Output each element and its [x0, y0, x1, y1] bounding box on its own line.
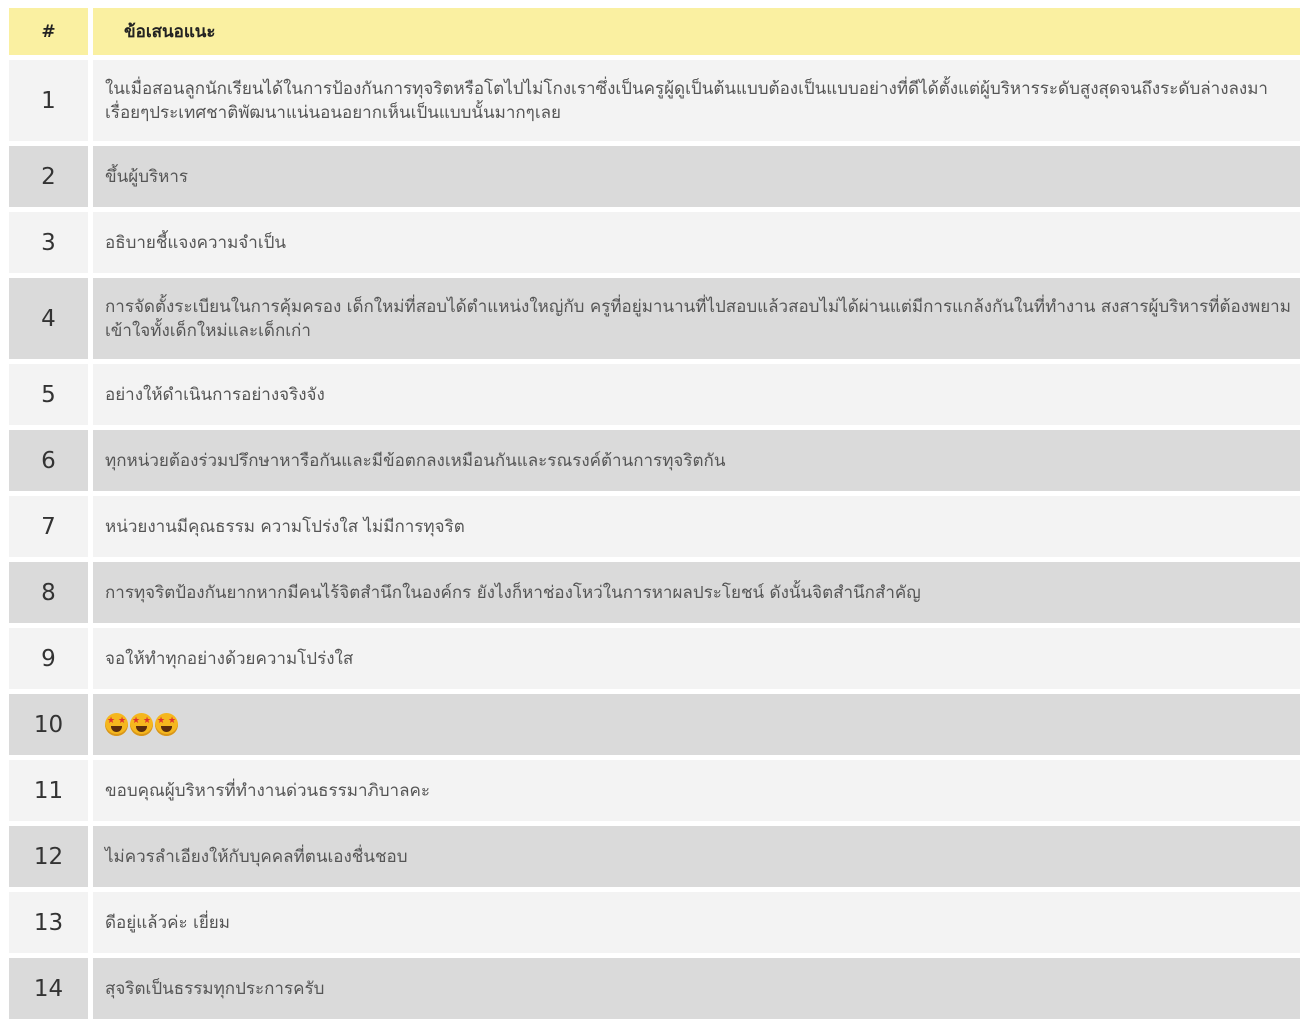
row-number: 11 [9, 760, 88, 821]
row-text: การทุจริตป้องกันยากหากมีคนไร้จิตสำนึกในอ… [93, 562, 1300, 623]
row-text: การจัดตั้งระเบียนในการคุ้มครอง เด็กใหม่ท… [93, 278, 1300, 359]
row-number: 14 [9, 958, 88, 1019]
row-text: สุจริตเป็นธรรมทุกประการครับ [93, 958, 1300, 1019]
row-number: 2 [9, 146, 88, 207]
star-struck-face-icon: ★ ★ [105, 713, 128, 736]
row-number: 6 [9, 430, 88, 491]
row-text: ขึ้นผู้บริหาร [93, 146, 1300, 207]
table-header: # ข้อเสนอแนะ [9, 8, 1300, 55]
row-text: ไม่ควรลำเอียงให้กับบุคคลที่ตนเองชื่นชอบ [93, 826, 1300, 887]
row-text: อย่างให้ดำเนินการอย่างจริงจัง [93, 364, 1300, 425]
row-text: อธิบายชี้แจงความจำเป็น [93, 212, 1300, 273]
table-row: 3 อธิบายชี้แจงความจำเป็น [9, 212, 1300, 273]
table-row: 11 ขอบคุณผู้บริหารที่ทำงานด่วนธรรมาภิบาล… [9, 760, 1300, 821]
star-struck-face-icon: ★ ★ [130, 713, 153, 736]
table-row: 13 ดีอยู่แล้วค่ะ เยี่ยม [9, 892, 1300, 953]
table-row: 14 สุจริตเป็นธรรมทุกประการครับ [9, 958, 1300, 1019]
table-row: 2 ขึ้นผู้บริหาร [9, 146, 1300, 207]
row-text: ทุกหน่วยต้องร่วมปรึกษาหารือกันและมีข้อตก… [93, 430, 1300, 491]
row-text: หน่วยงานมีคุณธรรม ความโปร่งใส ไม่มีการทุ… [93, 496, 1300, 557]
row-number: 12 [9, 826, 88, 887]
table-row: 5 อย่างให้ดำเนินการอย่างจริงจัง [9, 364, 1300, 425]
row-number: 1 [9, 60, 88, 141]
row-text: ★ ★ ★ ★ ★ ★ [93, 694, 1300, 755]
table-row: 6 ทุกหน่วยต้องร่วมปรึกษาหารือกันและมีข้อ… [9, 430, 1300, 491]
row-number: 8 [9, 562, 88, 623]
row-text: ในเมื่อสอนลูกนักเรียนได้ในการป้องกันการท… [93, 60, 1300, 141]
table-row: 12 ไม่ควรลำเอียงให้กับบุคคลที่ตนเองชื่นช… [9, 826, 1300, 887]
table-row: 1 ในเมื่อสอนลูกนักเรียนได้ในการป้องกันกา… [9, 60, 1300, 141]
table-row: 10 ★ ★ ★ ★ ★ ★ [9, 694, 1300, 755]
header-number: # [9, 8, 88, 55]
row-text: ดีอยู่แล้วค่ะ เยี่ยม [93, 892, 1300, 953]
row-number: 3 [9, 212, 88, 273]
table-row: 7 หน่วยงานมีคุณธรรม ความโปร่งใส ไม่มีการ… [9, 496, 1300, 557]
row-number: 4 [9, 278, 88, 359]
table-row: 9 จอให้ทำทุกอย่างด้วยความโปร่งใส [9, 628, 1300, 689]
suggestions-table: # ข้อเสนอแนะ 1 ในเมื่อสอนลูกนักเรียนได้ใ… [9, 8, 1300, 1024]
row-number: 13 [9, 892, 88, 953]
table-row: 8 การทุจริตป้องกันยากหากมีคนไร้จิตสำนึกใ… [9, 562, 1300, 623]
row-text: จอให้ทำทุกอย่างด้วยความโปร่งใส [93, 628, 1300, 689]
table-row: 4 การจัดตั้งระเบียนในการคุ้มครอง เด็กใหม… [9, 278, 1300, 359]
row-number: 9 [9, 628, 88, 689]
star-struck-face-icon: ★ ★ [155, 713, 178, 736]
row-number: 10 [9, 694, 88, 755]
row-text: ขอบคุณผู้บริหารที่ทำงานด่วนธรรมาภิบาลคะ [93, 760, 1300, 821]
row-number: 5 [9, 364, 88, 425]
row-number: 7 [9, 496, 88, 557]
header-suggestion: ข้อเสนอแนะ [93, 8, 1300, 55]
